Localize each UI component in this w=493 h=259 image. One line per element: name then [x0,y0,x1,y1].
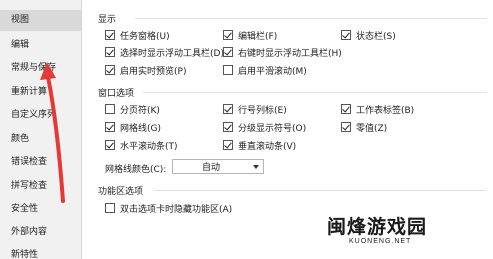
watermark-main-text: 闽烽游戏园 [327,216,428,238]
watermark-sub-text: KUONENG.NET [349,238,412,245]
site-watermark-logo: 闽烽游戏园 KUONENG.NET [327,212,487,256]
